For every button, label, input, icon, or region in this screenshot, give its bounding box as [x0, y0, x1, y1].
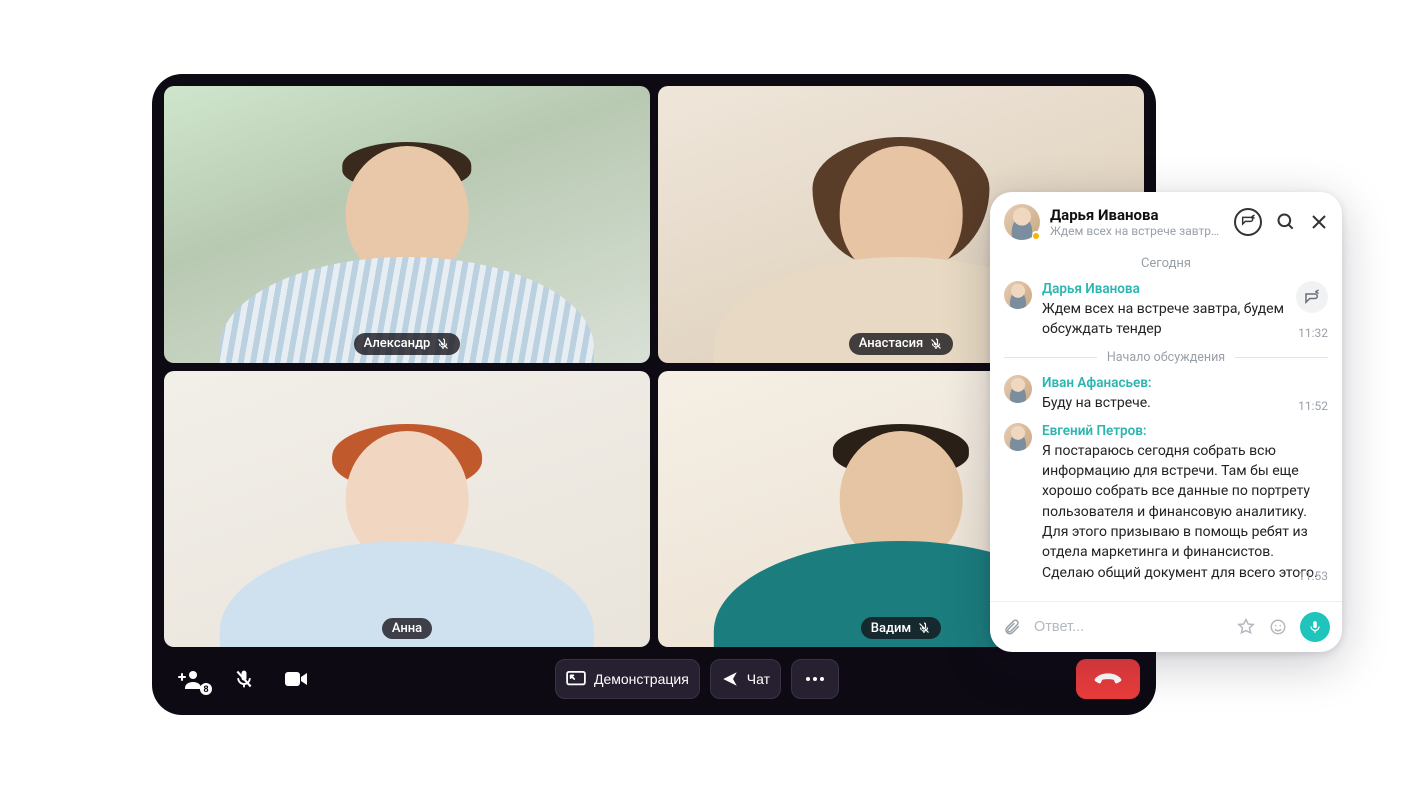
participant-name-badge: Анна — [382, 618, 432, 639]
thread-toggle-button[interactable] — [1234, 208, 1262, 236]
chat-title-block: Дарья Иванова Ждем всех на встрече завтр… — [1050, 206, 1224, 238]
star-icon — [1237, 618, 1255, 636]
message-author: Евгений Петров: — [1042, 423, 1328, 439]
reply-button[interactable] — [1296, 281, 1328, 313]
participant-name: Вадим — [871, 622, 911, 635]
chat-message: Иван Афанасьев: Буду на встрече. 11:52 — [1004, 375, 1328, 413]
add-participant-button[interactable]: 8 — [168, 659, 214, 699]
mute-button[interactable] — [224, 659, 264, 699]
video-tile-alexandr[interactable]: Александр — [164, 86, 650, 363]
search-icon — [1276, 212, 1296, 232]
chat-panel: Дарья Иванова Ждем всех на встрече завтр… — [990, 192, 1342, 652]
chat-header: Дарья Иванова Ждем всех на встрече завтр… — [990, 192, 1342, 246]
reply-icon — [1303, 289, 1321, 305]
thread-label: Начало обсуждения — [1107, 350, 1225, 365]
chat-body: Сегодня Дарья Иванова Ждем всех на встре… — [990, 246, 1342, 601]
chat-message: Евгений Петров: Я постараюсь сегодня соб… — [1004, 423, 1328, 583]
avatar — [1004, 281, 1032, 309]
more-icon — [805, 676, 825, 682]
send-icon — [721, 670, 739, 688]
close-icon — [1310, 213, 1328, 231]
emoji-button[interactable] — [1268, 617, 1288, 637]
message-time: 11:52 — [1298, 399, 1328, 413]
mic-off-icon — [234, 668, 254, 690]
avatar — [1004, 423, 1032, 451]
screenshare-icon — [566, 671, 586, 687]
participant-name-badge: Александр — [354, 333, 461, 355]
thread-separator: Начало обсуждения — [1004, 350, 1328, 365]
chat-label: Чат — [747, 671, 770, 687]
mic-off-icon — [436, 337, 450, 351]
emoji-icon — [1269, 618, 1287, 636]
participant-count-badge: 8 — [200, 683, 212, 695]
participant-name: Анастасия — [859, 337, 924, 350]
avatar — [1004, 375, 1032, 403]
message-author: Дарья Иванова — [1042, 281, 1286, 297]
chat-message: Дарья Иванова Ждем всех на встрече завтр… — [1004, 281, 1328, 340]
message-author: Иван Афанасьев: — [1042, 375, 1328, 391]
more-options-button[interactable] — [791, 659, 839, 699]
participant-video — [237, 127, 577, 362]
participant-name: Анна — [392, 622, 422, 635]
mic-off-icon — [929, 337, 943, 351]
participant-name-badge: Анастасия — [849, 333, 954, 355]
attach-button[interactable] — [1002, 617, 1022, 637]
voice-message-button[interactable] — [1300, 612, 1330, 642]
hangup-button[interactable] — [1076, 659, 1140, 699]
close-button[interactable] — [1310, 213, 1328, 231]
camera-icon — [284, 670, 308, 688]
thread-icon — [1240, 214, 1256, 230]
chat-day-label: Сегодня — [1004, 256, 1328, 271]
favorite-button[interactable] — [1236, 617, 1256, 637]
chat-input-bar — [990, 601, 1342, 652]
video-tile-anna[interactable]: Анна — [164, 371, 650, 648]
message-time: 11:53 — [1298, 569, 1328, 583]
participant-name: Александр — [364, 337, 431, 350]
message-text: Я постараюсь сегодня собрать всю информа… — [1042, 441, 1328, 583]
avatar — [1004, 204, 1040, 240]
call-toolbar: 8 Демонстрация Чат — [164, 647, 1144, 703]
message-time: 11:32 — [1298, 326, 1328, 340]
camera-button[interactable] — [274, 659, 318, 699]
chat-subtitle: Ждем всех на встрече завтра... — [1050, 224, 1224, 238]
message-text: Буду на встрече. — [1042, 393, 1328, 413]
chat-contact-name: Дарья Иванова — [1050, 206, 1224, 224]
chat-button[interactable]: Чат — [710, 659, 781, 699]
participant-video — [237, 412, 577, 647]
reply-input[interactable] — [1034, 619, 1224, 635]
screenshare-label: Демонстрация — [594, 671, 689, 687]
mic-icon — [1308, 619, 1322, 635]
paperclip-icon — [1003, 618, 1021, 636]
screenshare-button[interactable]: Демонстрация — [555, 659, 700, 699]
status-dot-away — [1031, 231, 1041, 241]
search-button[interactable] — [1276, 212, 1296, 232]
hangup-icon — [1094, 672, 1122, 686]
mic-off-icon — [917, 621, 931, 635]
participant-name-badge: Вадим — [861, 617, 941, 639]
message-text: Ждем всех на встрече завтра, будем обсуж… — [1042, 299, 1286, 340]
